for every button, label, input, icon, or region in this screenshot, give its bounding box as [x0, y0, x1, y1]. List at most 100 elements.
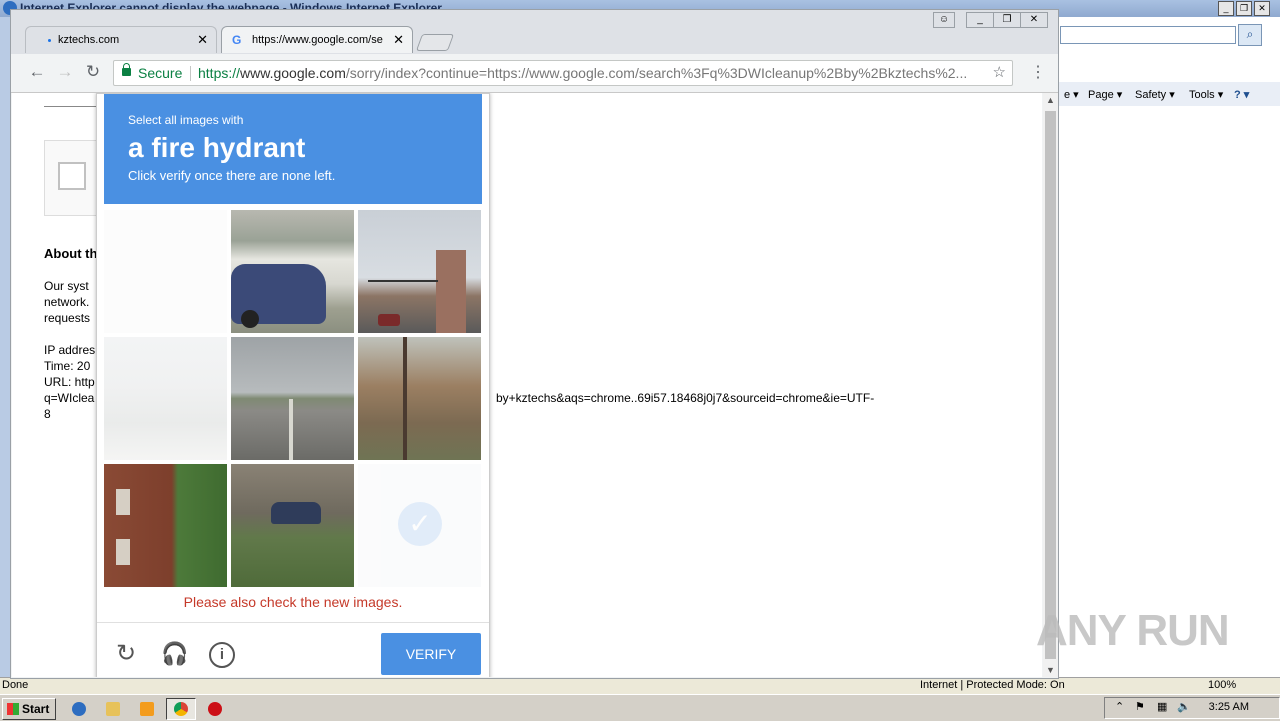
profile-icon[interactable]: ☺	[933, 12, 955, 28]
scrollbar[interactable]: ▲ ▼	[1043, 93, 1058, 677]
windows-logo-icon	[7, 703, 19, 715]
forward-icon[interactable]: →	[55, 63, 75, 83]
system-tray: ⌃ ⚑ ▦ 🔈 3:25 AM	[1104, 697, 1280, 719]
taskbar-media[interactable]	[132, 698, 162, 720]
google-icon: G	[232, 33, 242, 47]
menu-item-tools[interactable]: Tools ▾	[1189, 88, 1223, 101]
image-tile[interactable]	[104, 210, 227, 333]
divider	[44, 106, 104, 107]
image-tile[interactable]	[231, 210, 354, 333]
verify-button[interactable]: VERIFY	[381, 633, 481, 675]
chrome-toolbar: ← → ↻ Secure https://www.google.com/sorr…	[11, 54, 1058, 93]
bookmark-star-icon[interactable]: ☆	[993, 61, 1006, 85]
tab-label: kztechs.com	[58, 34, 120, 46]
media-player-icon	[140, 702, 154, 716]
wheel-shape	[241, 310, 259, 328]
url-scheme: https://	[198, 65, 241, 81]
paragraph-line: IP addres	[44, 343, 96, 357]
menu-item-safety[interactable]: Safety ▾	[1135, 88, 1175, 101]
taskbar-chrome[interactable]	[166, 698, 196, 720]
scroll-down-icon[interactable]: ▼	[1046, 665, 1055, 675]
back-icon[interactable]: ←	[27, 63, 47, 83]
instruction-subtext: Click verify once there are none left.	[128, 168, 336, 183]
restore-button[interactable]: ❐	[1236, 1, 1252, 16]
zoom-level[interactable]: 100%	[1208, 679, 1236, 691]
reload-icon[interactable]: ↻	[83, 63, 103, 83]
opera-icon	[208, 702, 222, 716]
secure-label: Secure	[138, 65, 183, 81]
building-shape	[436, 250, 466, 333]
image-tile[interactable]	[358, 210, 481, 333]
image-tile[interactable]	[231, 464, 354, 587]
help-icon[interactable]: ? ▾	[1234, 88, 1249, 101]
tab-kztechs[interactable]: kztechs.com ✕	[25, 26, 217, 53]
scroll-thumb[interactable]	[1045, 111, 1056, 659]
address-bar[interactable]: Secure https://www.google.com/sorry/inde…	[113, 60, 1013, 86]
paragraph-line: Our syst	[44, 279, 89, 293]
close-icon[interactable]: ✕	[197, 27, 208, 53]
close-icon[interactable]: ✕	[393, 27, 404, 53]
minimize-button[interactable]: _	[966, 12, 994, 28]
challenge-header: Select all images with a fire hydrant Cl…	[104, 94, 482, 204]
minimize-button[interactable]: _	[1218, 1, 1234, 16]
start-label: Start	[22, 702, 50, 716]
checkmark-icon: ✓	[398, 502, 442, 546]
taskbar-opera[interactable]	[200, 698, 230, 720]
image-tile[interactable]	[231, 337, 354, 460]
reload-icon[interactable]: ↻	[113, 641, 139, 667]
paragraph-line: q=WIclea	[44, 391, 95, 405]
checkbox[interactable]	[58, 162, 86, 190]
chrome-icon	[174, 702, 188, 716]
volume-icon[interactable]: 🔈	[1177, 700, 1191, 713]
scroll-up-icon[interactable]: ▲	[1046, 95, 1055, 105]
tab-google[interactable]: G https://www.google.com/se ✕	[221, 26, 413, 53]
url-text: https://www.google.com/sorry/index?conti…	[198, 61, 988, 85]
taskbar: Start ⌃ ⚑ ▦ 🔈 3:25 AM	[0, 694, 1280, 721]
info-icon[interactable]: i	[209, 642, 235, 668]
restore-button[interactable]: ❐	[993, 12, 1021, 28]
tray-arrow-icon[interactable]: ⌃	[1115, 700, 1124, 713]
image-tile[interactable]	[104, 464, 227, 587]
lock-icon	[122, 63, 131, 76]
paragraph-line: network.	[44, 295, 90, 309]
taskbar-explorer[interactable]	[98, 698, 128, 720]
url-tail: by+kztechs&aqs=chrome..69i57.18468j0j7&s…	[496, 391, 875, 405]
search-icon[interactable]: ⌕	[1238, 24, 1262, 46]
headphones-icon[interactable]: 🎧	[161, 641, 188, 667]
paragraph-line: Time: 20	[44, 359, 91, 373]
divider	[190, 66, 191, 81]
about-heading: About th	[44, 246, 98, 261]
tree-trunk	[403, 337, 407, 460]
new-tab-button[interactable]	[415, 34, 455, 51]
folder-icon	[106, 702, 120, 716]
menu-item-e[interactable]: e ▾	[1064, 88, 1079, 101]
chrome-window: kztechs.com ✕ G https://www.google.com/s…	[10, 9, 1059, 679]
flag-icon[interactable]: ⚑	[1135, 700, 1145, 713]
network-icon[interactable]: ▦	[1157, 700, 1167, 713]
menu-icon[interactable]: ⋮	[1030, 62, 1046, 82]
menu-item-page[interactable]: Page ▾	[1088, 88, 1122, 101]
ie-window-controls: _ ❐ ✕	[1218, 1, 1270, 16]
close-button[interactable]: ✕	[1020, 12, 1048, 28]
image-tile[interactable]	[104, 337, 227, 460]
image-tile-selected[interactable]: ✓	[358, 464, 481, 587]
chrome-window-controls: _ ❐ ✕	[966, 12, 1048, 28]
start-button[interactable]: Start	[2, 698, 56, 720]
url-path: /sorry/index?continue=https://www.google…	[345, 65, 968, 81]
ie-content-area	[1058, 17, 1280, 677]
instruction-text: Select all images with	[128, 113, 244, 127]
loading-icon	[48, 39, 51, 42]
image-tile[interactable]	[358, 337, 481, 460]
car-shape	[378, 314, 400, 326]
window-shape	[116, 539, 130, 565]
ie-search-field[interactable]	[1060, 26, 1236, 44]
zone-status: Internet | Protected Mode: On	[920, 679, 1065, 691]
ie-icon	[72, 702, 86, 716]
window-shape	[116, 489, 130, 515]
car-shape	[271, 502, 321, 524]
ie-command-bar: e ▾ Page ▾ Safety ▾ Tools ▾ ? ▾	[1058, 82, 1280, 106]
status-text: Done	[2, 679, 29, 691]
taskbar-ie[interactable]	[64, 698, 94, 720]
recaptcha-challenge: Select all images with a fire hydrant Cl…	[96, 93, 490, 677]
close-button[interactable]: ✕	[1254, 1, 1270, 16]
